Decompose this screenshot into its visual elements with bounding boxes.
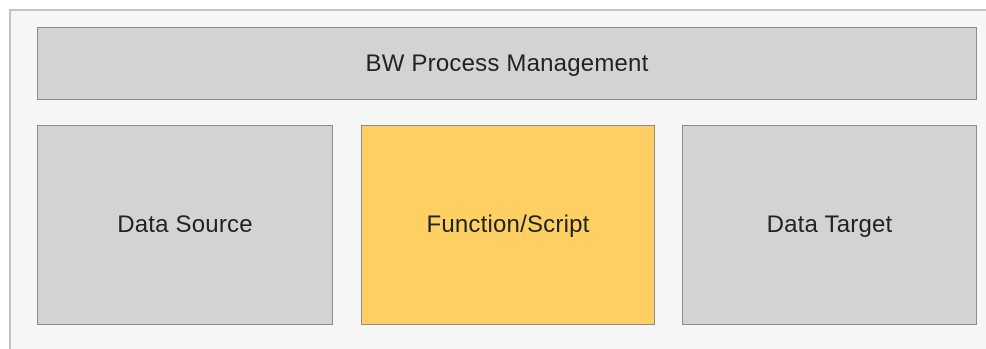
bw-process-management-label: BW Process Management <box>365 49 649 77</box>
data-source-label: Data Source <box>117 211 253 238</box>
bw-process-management-box: BW Process Management <box>37 27 977 100</box>
data-target-box: Data Target <box>682 125 977 325</box>
data-source-box: Data Source <box>37 125 333 325</box>
data-target-label: Data Target <box>766 211 893 238</box>
function-script-box: Function/Script <box>361 125 655 325</box>
function-script-label: Function/Script <box>426 211 590 238</box>
